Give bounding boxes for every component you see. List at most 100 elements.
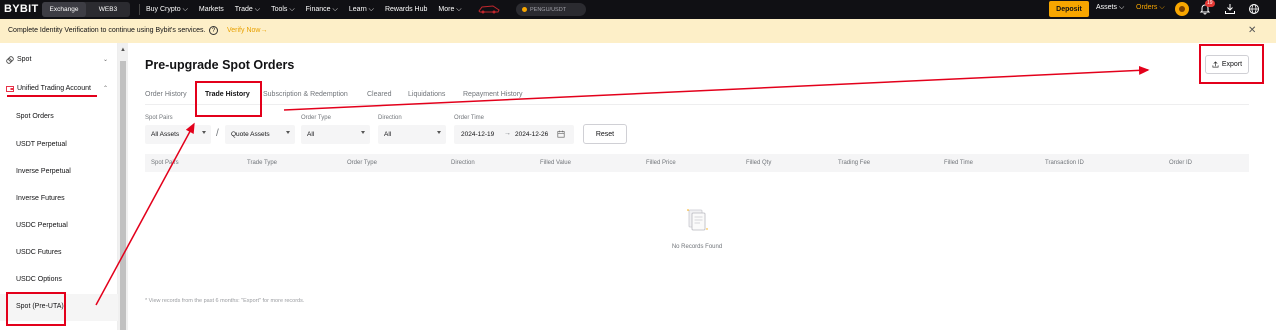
quote-assets-value: Quote Assets bbox=[231, 131, 270, 138]
order-type-select[interactable]: All bbox=[301, 125, 370, 144]
arrow-right-icon: → bbox=[504, 130, 511, 137]
date-from[interactable]: 2024-12-19 bbox=[461, 131, 494, 138]
bybit-logo[interactable]: BYBIT bbox=[4, 3, 39, 15]
identity-verification-banner: Complete Identity Verification to contin… bbox=[0, 19, 1276, 43]
sidebar-item-usdt-perpetual[interactable]: USDT Perpetual bbox=[0, 132, 118, 159]
caret-down-icon bbox=[286, 131, 290, 134]
sidebar-item-inverse-perpetual[interactable]: Inverse Perpetual bbox=[0, 159, 118, 186]
banner-message: Complete Identity Verification to contin… bbox=[8, 27, 206, 34]
order-time-range-picker[interactable]: 2024-12-19 → 2024-12-26 bbox=[454, 125, 574, 144]
tab-subscription-redemption[interactable]: Subscription & Redemption bbox=[263, 91, 348, 98]
caret-down-icon bbox=[361, 131, 365, 134]
help-icon[interactable]: ? bbox=[209, 26, 218, 35]
column-header: Spot Pairs bbox=[151, 160, 179, 166]
page-title: Pre-upgrade Spot Orders bbox=[145, 58, 295, 72]
main-menu: Buy Crypto ⌵ Markets Trade ⌵ Tools ⌵ Fin… bbox=[146, 0, 462, 19]
nav-tools[interactable]: Tools ⌵ bbox=[271, 6, 295, 14]
column-header: Transaction ID bbox=[1045, 160, 1084, 166]
nav-learn[interactable]: Learn ⌵ bbox=[349, 6, 374, 14]
column-header: Order Type bbox=[347, 160, 377, 166]
direction-label: Direction bbox=[378, 115, 402, 121]
spot-pairs-value: All Assets bbox=[151, 131, 180, 138]
nav-divider bbox=[139, 4, 140, 15]
wallet-icon bbox=[6, 86, 14, 92]
pair-separator: / bbox=[216, 128, 219, 139]
records-note: * View records from the past 6 months: "… bbox=[145, 298, 305, 304]
verify-now-link[interactable]: Verify Now→ bbox=[227, 27, 267, 34]
sidebar-item-label: USDC Options bbox=[16, 276, 62, 283]
sidebar-item-label: Spot Orders bbox=[16, 113, 54, 120]
nav-markets[interactable]: Markets bbox=[199, 6, 224, 13]
column-header: Filled Price bbox=[646, 160, 676, 166]
quote-assets-select[interactable]: Quote Assets bbox=[225, 125, 295, 144]
orders-menu[interactable]: Orders ⌵ bbox=[1136, 4, 1165, 12]
calendar-icon[interactable] bbox=[557, 130, 565, 138]
table-header: Spot Pairs Trade Type Order Type Directi… bbox=[145, 154, 1249, 172]
caret-down-icon bbox=[437, 131, 441, 134]
reset-button[interactable]: Reset bbox=[583, 124, 627, 144]
scroll-up-arrow-icon[interactable]: ▲ bbox=[120, 47, 126, 53]
caret-down-icon bbox=[202, 131, 206, 134]
annotation-underline bbox=[7, 95, 97, 97]
globe-icon[interactable] bbox=[1248, 3, 1260, 15]
deposit-button[interactable]: Deposit bbox=[1049, 1, 1089, 17]
nav-finance[interactable]: Finance ⌵ bbox=[306, 6, 338, 14]
tab-order-history[interactable]: Order History bbox=[145, 91, 187, 98]
scrollbar-thumb[interactable] bbox=[120, 61, 126, 330]
tabs-divider bbox=[145, 104, 1249, 105]
direction-select[interactable]: All bbox=[378, 125, 446, 144]
sidebar: Spot ⌄ Unified Trading Account ⌃ Spot Or… bbox=[0, 43, 118, 330]
nav-rewards-hub[interactable]: Rewards Hub bbox=[385, 6, 427, 13]
chevron-down-icon: ⌄ bbox=[103, 57, 109, 63]
order-time-label: Order Time bbox=[454, 115, 485, 121]
annotation-box-spot-pre-uta bbox=[6, 292, 66, 326]
column-header: Trade Type bbox=[247, 160, 278, 166]
column-header: Trading Fee bbox=[838, 160, 871, 166]
empty-document-icon bbox=[687, 209, 708, 231]
sidebar-item-unified-trading-account[interactable]: Unified Trading Account ⌃ bbox=[0, 76, 118, 103]
order-type-value: All bbox=[307, 131, 315, 138]
direction-value: All bbox=[384, 131, 392, 138]
sidebar-item-usdc-futures[interactable]: USDC Futures bbox=[0, 240, 118, 267]
exchange-toggle[interactable]: Exchange bbox=[42, 2, 86, 17]
chevron-up-icon: ⌃ bbox=[103, 86, 109, 92]
column-header: Filled Qty bbox=[746, 160, 772, 166]
pengu-coin-icon bbox=[522, 7, 527, 12]
sidebar-item-spot-orders[interactable]: Spot Orders bbox=[0, 104, 118, 131]
tab-cleared[interactable]: Cleared bbox=[367, 91, 392, 98]
sidebar-item-label: Inverse Futures bbox=[16, 195, 65, 202]
column-header: Filled Time bbox=[944, 160, 974, 166]
close-icon[interactable]: ✕ bbox=[1248, 25, 1256, 36]
sidebar-item-label: USDT Perpetual bbox=[16, 141, 67, 148]
tab-liquidations[interactable]: Liquidations bbox=[408, 91, 445, 98]
user-avatar[interactable] bbox=[1175, 2, 1189, 16]
column-header: Order ID bbox=[1169, 160, 1193, 166]
sidebar-item-label: Inverse Perpetual bbox=[16, 168, 71, 175]
sidebar-item-label: USDC Perpetual bbox=[16, 222, 68, 229]
promo-car-icon[interactable] bbox=[478, 4, 500, 16]
sidebar-item-usdc-options[interactable]: USDC Options bbox=[0, 267, 118, 294]
nav-more[interactable]: More ⌵ bbox=[438, 6, 461, 14]
spot-pairs-select[interactable]: All Assets bbox=[145, 125, 211, 144]
search-input[interactable]: PENGU/USDT bbox=[516, 3, 586, 16]
nav-buy-crypto[interactable]: Buy Crypto ⌵ bbox=[146, 6, 188, 14]
sidebar-item-inverse-futures[interactable]: Inverse Futures bbox=[0, 186, 118, 213]
tab-repayment-history[interactable]: Repayment History bbox=[463, 91, 523, 98]
sidebar-item-label: USDC Futures bbox=[16, 249, 62, 256]
date-to[interactable]: 2024-12-26 bbox=[515, 131, 548, 138]
annotation-box-trade-history bbox=[195, 81, 262, 117]
sidebar-item-usdc-perpetual[interactable]: USDC Perpetual bbox=[0, 213, 118, 240]
top-navigation-bar: BYBIT Exchange WEB3 Buy Crypto ⌵ Markets… bbox=[0, 0, 1276, 19]
nav-trade[interactable]: Trade ⌵ bbox=[235, 6, 260, 14]
order-type-label: Order Type bbox=[301, 115, 331, 121]
assets-menu[interactable]: Assets ⌵ bbox=[1096, 4, 1124, 12]
web3-toggle[interactable]: WEB3 bbox=[86, 2, 130, 17]
spot-icon bbox=[6, 56, 14, 64]
download-icon[interactable] bbox=[1224, 3, 1236, 15]
main-content: Pre-upgrade Spot Orders Export Order His… bbox=[128, 43, 1276, 330]
sidebar-scrollbar[interactable]: ▲ bbox=[118, 43, 128, 330]
annotation-box-export bbox=[1199, 44, 1264, 84]
no-records-message: No Records Found bbox=[671, 244, 723, 250]
notification-count-badge: 19 bbox=[1205, 0, 1215, 7]
sidebar-item-spot[interactable]: Spot ⌄ bbox=[0, 47, 118, 74]
